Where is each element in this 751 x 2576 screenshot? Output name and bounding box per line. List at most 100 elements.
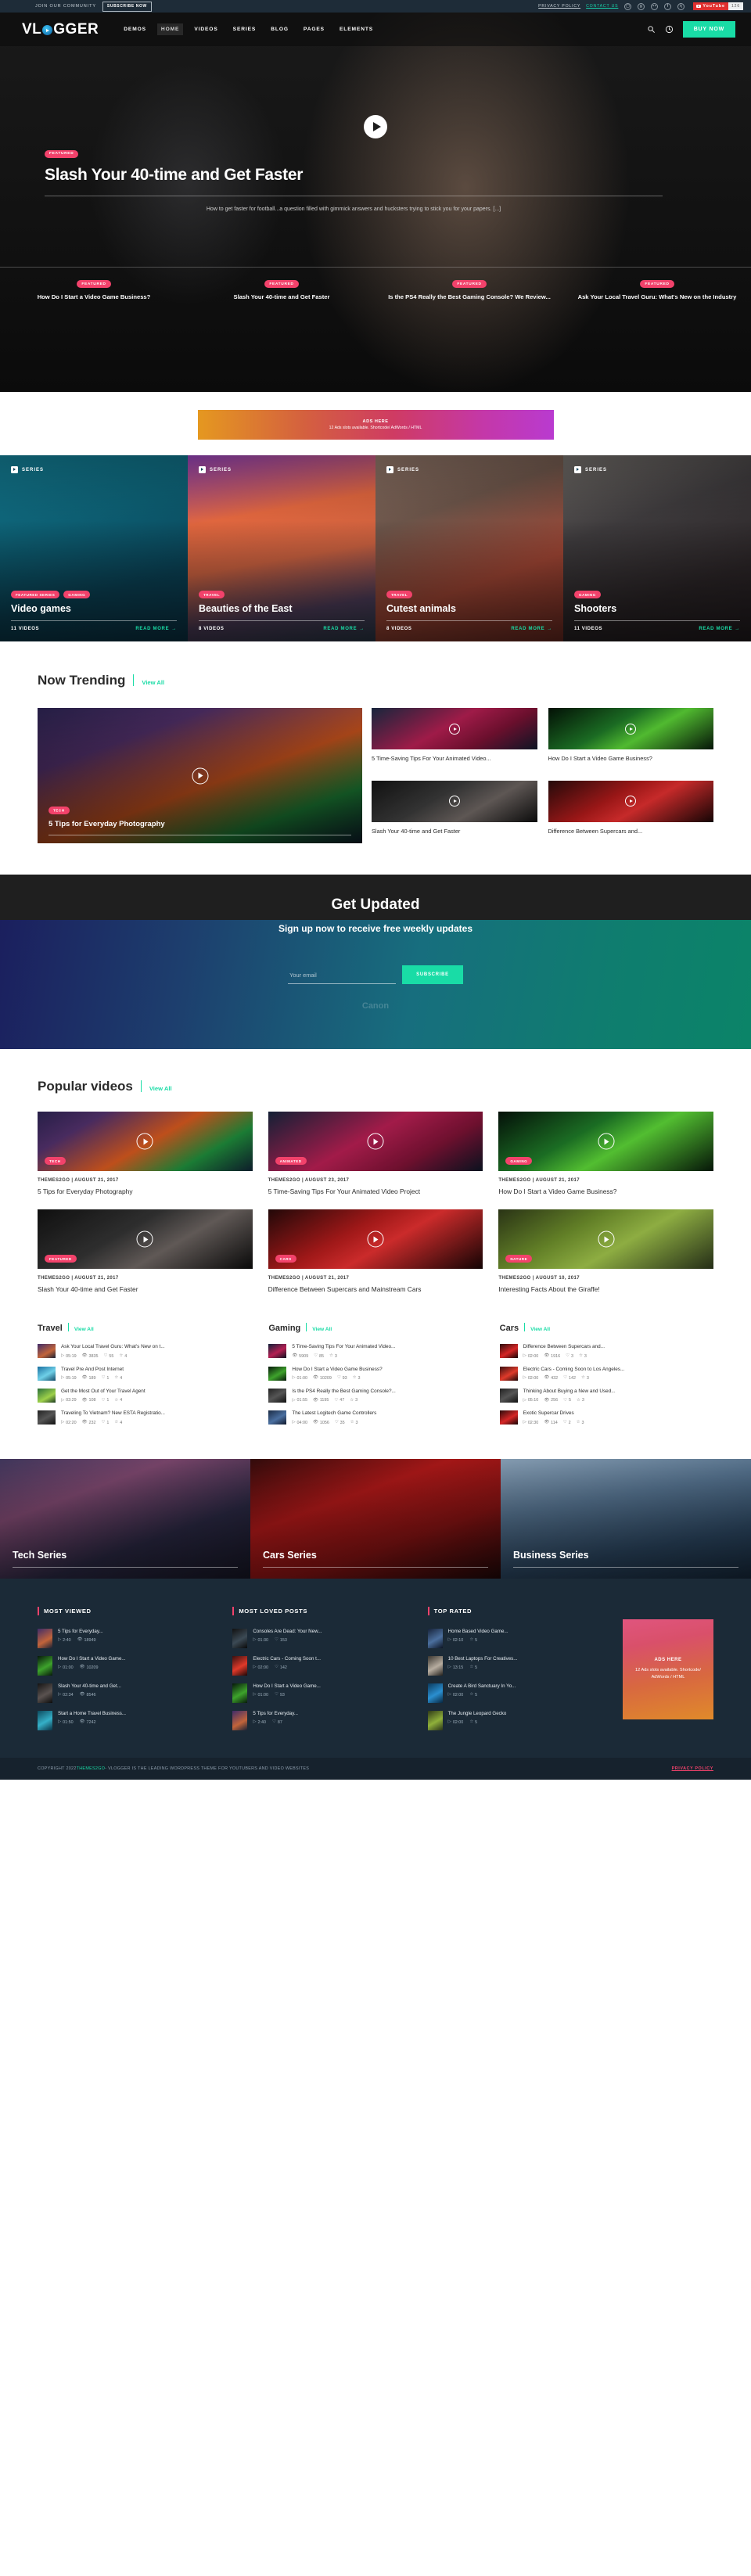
list-item[interactable]: Ask Your Local Travel Guru: What's New o… xyxy=(38,1340,251,1362)
view-all-link[interactable]: View All xyxy=(74,1327,94,1332)
tag[interactable]: TRAVEL xyxy=(199,591,225,598)
tag[interactable]: FEATURED SERIES xyxy=(11,591,60,598)
contact-us-link[interactable]: CONTACT US xyxy=(586,4,618,9)
list-item[interactable]: Slash Your 40-time and Get... ▷ 02:34 👁 854… xyxy=(38,1680,217,1707)
email-field[interactable] xyxy=(288,968,397,984)
nav-item-demos[interactable]: DEMOS xyxy=(120,23,150,35)
list-item[interactable]: The Latest Logitech Game Controllers ▷ 04… xyxy=(268,1407,482,1428)
list-item[interactable]: Start a Home Travel Business... ▷ 01:50 👁 7… xyxy=(38,1707,217,1734)
play-button[interactable] xyxy=(448,723,460,735)
list-item[interactable]: Exotic Supercar Drives ▷ 02:30 👁 114 ♡ 2 ☆ 3 xyxy=(499,1407,713,1428)
banner-tech-series[interactable]: Tech Series xyxy=(0,1458,250,1579)
series-card-beauties-of-the-east[interactable]: SERIES TRAVEL Beauties of the East 8 VID… xyxy=(188,455,376,641)
list-item[interactable]: Thinking About Buying a New and Used... … xyxy=(499,1385,713,1407)
buy-now-button[interactable]: BUY NOW xyxy=(682,21,735,38)
hero-strip-item[interactable]: FEATURED How Do I Start a Video Game Bus… xyxy=(0,268,188,314)
category-badge[interactable]: CARS xyxy=(275,1255,296,1263)
subscribe-now-button[interactable]: SUBSCRIBE NOW xyxy=(102,1,152,12)
popular-card[interactable]: TECH THEMES2GO | AUGUST 21, 2017 5 Tips … xyxy=(38,1112,253,1196)
trending-card[interactable]: 5 Time-Saving Tips For Your Animated Vid… xyxy=(372,708,537,771)
medium-icon[interactable]: •• xyxy=(651,2,659,10)
google-plus-icon[interactable]: g xyxy=(638,2,645,10)
tag[interactable]: TRAVEL xyxy=(386,591,413,598)
play-button[interactable] xyxy=(625,723,637,735)
privacy-policy-link[interactable]: PRIVACY POLICY xyxy=(538,4,580,9)
list-item[interactable]: Travel Pre And Post Internet ▷ 05:19 👁 189 ♡… xyxy=(38,1363,251,1385)
popular-card[interactable]: CARS THEMES2GO | AUGUST 21, 2017 Differe… xyxy=(268,1209,483,1294)
list-item[interactable]: How Do I Start a Video Game... ▷ 01:00 👁 10… xyxy=(38,1652,217,1680)
category-badge[interactable]: TECH xyxy=(45,1157,66,1165)
list-item[interactable]: Get the Most Out of Your Travel Agent ▷ 0… xyxy=(38,1385,251,1407)
list-item[interactable]: Traveling To Vietnam? New ESTA Registrat… xyxy=(38,1407,251,1428)
read-more-link[interactable]: READ MORE → xyxy=(323,627,365,631)
list-item[interactable]: 10 Best Laptops For Creatives... ▷ 13:15 ☆… xyxy=(427,1652,607,1680)
play-button[interactable] xyxy=(625,796,637,807)
youtube-subscribe-badge[interactable]: YouTube 126 xyxy=(693,2,743,11)
nav-item-pages[interactable]: PAGES xyxy=(300,23,329,35)
trending-card[interactable]: Slash Your 40-time and Get Faster xyxy=(372,780,537,844)
series-card-cutest-animals[interactable]: SERIES TRAVEL Cutest animals 8 VIDEOS RE… xyxy=(376,455,563,641)
banner-business-series[interactable]: Business Series xyxy=(501,1458,751,1579)
list-item[interactable]: Electric Cars - Coming Soon to Los Angel… xyxy=(499,1363,713,1385)
list-item[interactable]: Is the PS4 Really the Best Gaming Consol… xyxy=(268,1385,482,1407)
play-button[interactable] xyxy=(367,1133,384,1150)
list-item[interactable]: The Jungle Leopard Gecko ▷ 02:00 ☆ 5 xyxy=(427,1707,607,1734)
read-more-link[interactable]: READ MORE → xyxy=(135,627,177,631)
list-item[interactable]: How Do I Start a Video Game Business? ▷ 0… xyxy=(268,1363,482,1385)
list-item[interactable]: How Do I Start a Video Game... ▷ 01:00 ♡ 93 xyxy=(232,1680,411,1707)
category-badge[interactable]: TECH xyxy=(49,806,70,814)
hero-strip-item[interactable]: FEATURED Is the PS4 Really the Best Gami… xyxy=(376,268,563,314)
play-button[interactable] xyxy=(192,767,208,784)
popular-card[interactable]: NATURE THEMES2GO | AUGUST 10, 2017 Inter… xyxy=(498,1209,713,1294)
hero-strip-item[interactable]: FEATURED Ask Your Local Travel Guru: Wha… xyxy=(563,268,751,314)
category-badge[interactable]: ANIMATED xyxy=(275,1157,307,1165)
view-all-link[interactable]: View All xyxy=(142,679,164,686)
nav-item-videos[interactable]: VIDEOS xyxy=(190,23,221,35)
list-item[interactable]: Difference Between Supercars and... ▷ 02:… xyxy=(499,1340,713,1362)
trending-featured-card[interactable]: TECH 5 Tips for Everyday Photography xyxy=(38,708,362,843)
category-badge[interactable]: FEATURED xyxy=(45,1255,77,1263)
subscribe-button[interactable]: SUBSCRIBE xyxy=(402,965,463,984)
play-button[interactable] xyxy=(448,796,460,807)
facebook-icon[interactable]: f xyxy=(664,2,672,10)
list-item[interactable]: 5 Tips for Everyday... ▷ 2:40 ♡ 87 xyxy=(232,1707,411,1734)
list-item[interactable]: 5 Time-Saving Tips For Your Animated Vid… xyxy=(268,1340,482,1362)
play-button[interactable] xyxy=(136,1231,153,1248)
read-more-link[interactable]: READ MORE → xyxy=(699,627,740,631)
tag[interactable]: GAMING xyxy=(63,591,91,598)
nav-item-home[interactable]: HOME xyxy=(156,23,184,35)
trending-card[interactable]: How Do I Start a Video Game Business? xyxy=(548,708,713,771)
nav-item-elements[interactable]: ELEMENTS xyxy=(336,23,377,35)
read-more-link[interactable]: READ MORE → xyxy=(511,627,552,631)
category-badge[interactable]: NATURE xyxy=(505,1255,533,1263)
popular-card[interactable]: FEATURED THEMES2GO | AUGUST 21, 2017 Sla… xyxy=(38,1209,253,1294)
list-item[interactable]: Home Based Video Game... ▷ 02:10 ☆ 5 xyxy=(427,1625,607,1652)
play-button[interactable] xyxy=(136,1133,153,1150)
view-all-link[interactable]: View All xyxy=(530,1327,550,1332)
popular-card[interactable]: ANIMATED THEMES2GO | AUGUST 23, 2017 5 T… xyxy=(268,1112,483,1196)
hero-play-button[interactable] xyxy=(364,115,387,138)
hero-title[interactable]: Slash Your 40-time and Get Faster xyxy=(45,166,710,185)
view-all-link[interactable]: View All xyxy=(312,1327,332,1332)
behance-icon[interactable]: ή xyxy=(677,2,685,10)
footer-ads-banner[interactable]: ADS HERE 12 Ads slots available. Shortco… xyxy=(622,1619,713,1719)
list-item[interactable]: Consoles Are Dead: Your New... ▷ 01:30 ♡ 15… xyxy=(232,1625,411,1652)
play-button[interactable] xyxy=(367,1231,384,1248)
footer-privacy-policy-link[interactable]: PRIVACY POLICY xyxy=(672,1766,713,1771)
site-logo[interactable]: VL GGER xyxy=(22,21,99,38)
ads-banner[interactable]: ADS HERE 12 Ads slots available. Shortco… xyxy=(197,410,554,440)
series-card-video-games[interactable]: SERIES FEATURED SERIES GAMING Video game… xyxy=(0,455,188,641)
list-item[interactable]: 5 Tips for Everyday... ▷ 2:40 👁 18949 xyxy=(38,1625,217,1652)
instagram-icon[interactable]: ▢ xyxy=(624,2,632,10)
popular-card[interactable]: GAMING THEMES2GO | AUGUST 21, 2017 How D… xyxy=(498,1112,713,1196)
list-item[interactable]: Create A Bird Sanctuary In Yo... ▷ 02:00 ☆… xyxy=(427,1680,607,1707)
view-all-link[interactable]: View All xyxy=(149,1085,172,1092)
history-clock-icon[interactable] xyxy=(665,25,674,34)
nav-item-series[interactable]: SERIES xyxy=(229,23,261,35)
play-button[interactable] xyxy=(598,1231,615,1248)
trending-card[interactable]: Difference Between Supercars and... xyxy=(548,780,713,844)
search-icon[interactable] xyxy=(647,25,656,34)
banner-cars-series[interactable]: Cars Series xyxy=(250,1458,501,1579)
list-item[interactable]: Electric Cars - Coming Soon t... ▷ 02:00 ♡… xyxy=(232,1652,411,1680)
category-badge[interactable]: GAMING xyxy=(505,1157,533,1165)
